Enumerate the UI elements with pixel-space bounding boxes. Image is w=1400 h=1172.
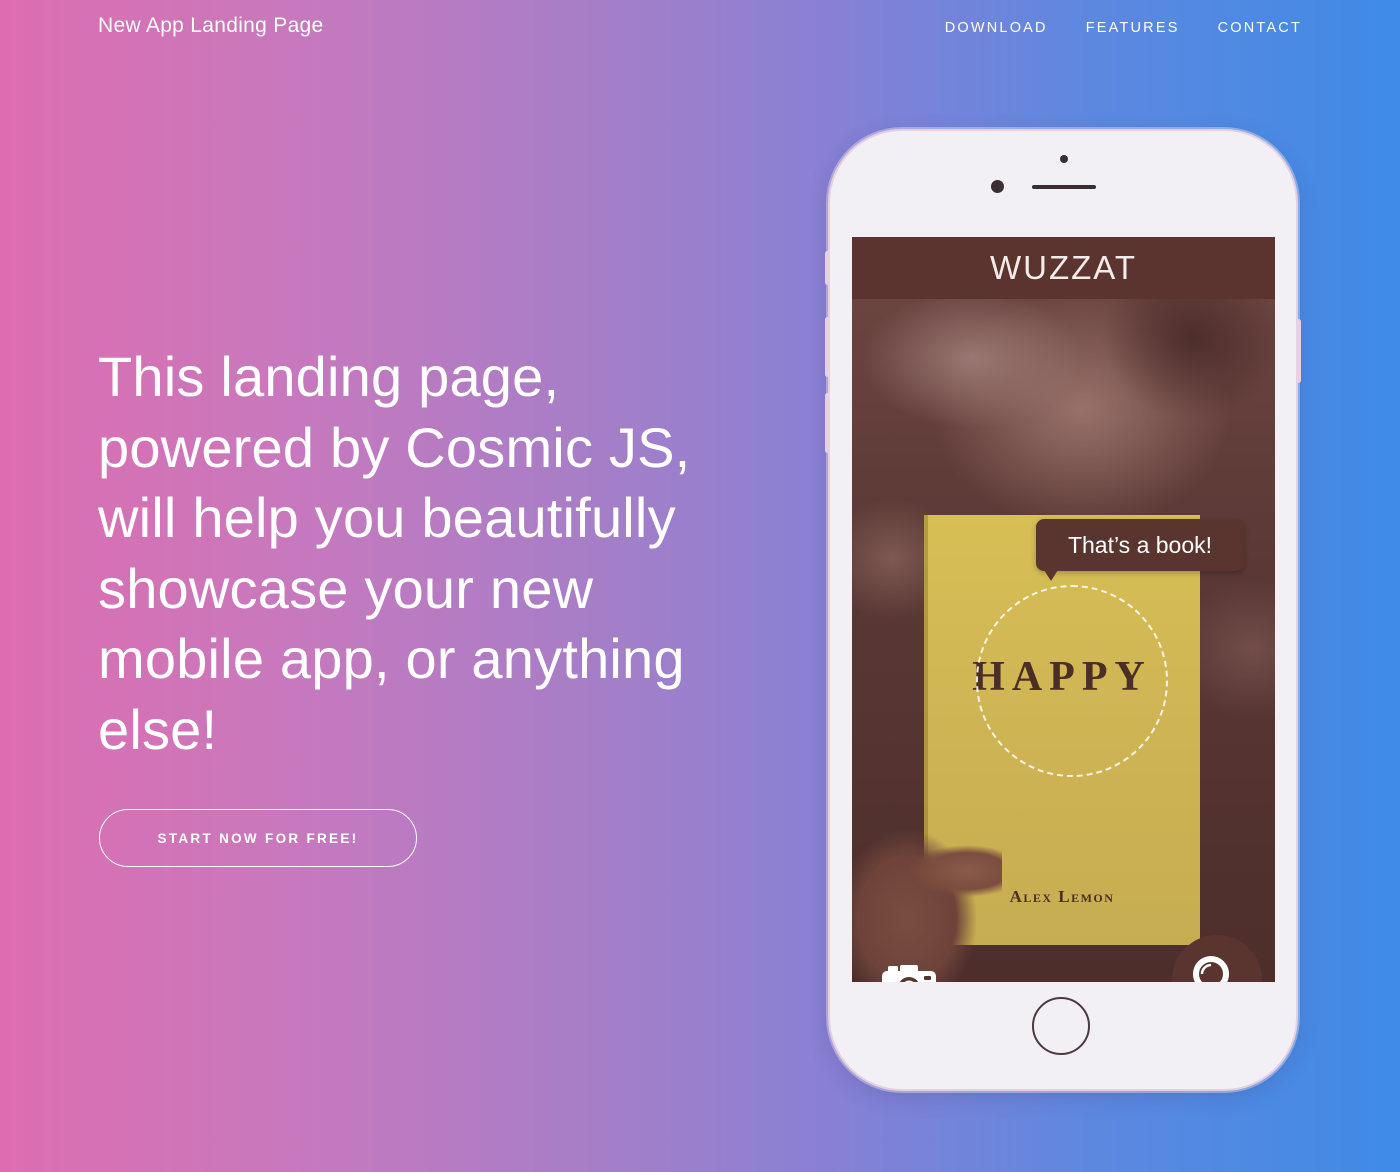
hero-headline: This landing page, powered by Cosmic JS,… (98, 345, 691, 761)
camera-icon (882, 965, 936, 982)
phone-volume-up (825, 317, 830, 377)
nav-link-download[interactable]: DOWNLOAD (945, 20, 1048, 36)
phone-power-button (1296, 319, 1301, 383)
camera-button[interactable] (874, 955, 944, 982)
start-now-button[interactable]: START NOW FOR FREE! (99, 809, 417, 867)
phone-mockup: WUZZAT HAPPY Alex Lemon That’s a book! (825, 131, 1301, 1089)
nav-link-features[interactable]: FEATURES (1086, 20, 1180, 36)
top-nav: DOWNLOAD FEATURES CONTACT (945, 20, 1302, 36)
phone-speaker (1032, 185, 1096, 189)
search-icon (1193, 956, 1229, 982)
nav-link-contact[interactable]: CONTACT (1218, 20, 1302, 36)
app-header: WUZZAT (852, 237, 1275, 299)
brand-title[interactable]: New App Landing Page (98, 14, 324, 38)
phone-screen: WUZZAT HAPPY Alex Lemon That’s a book! (852, 237, 1275, 982)
phone-sensor-dot (1060, 155, 1068, 163)
phone-volume-down (825, 393, 830, 453)
scan-ring (976, 585, 1168, 777)
result-bubble: That’s a book! (1036, 519, 1244, 581)
front-camera (991, 180, 1004, 193)
phone-mute-switch (825, 251, 830, 285)
home-button[interactable] (1032, 997, 1090, 1055)
camera-viewfinder: HAPPY Alex Lemon That’s a book! (852, 299, 1275, 982)
